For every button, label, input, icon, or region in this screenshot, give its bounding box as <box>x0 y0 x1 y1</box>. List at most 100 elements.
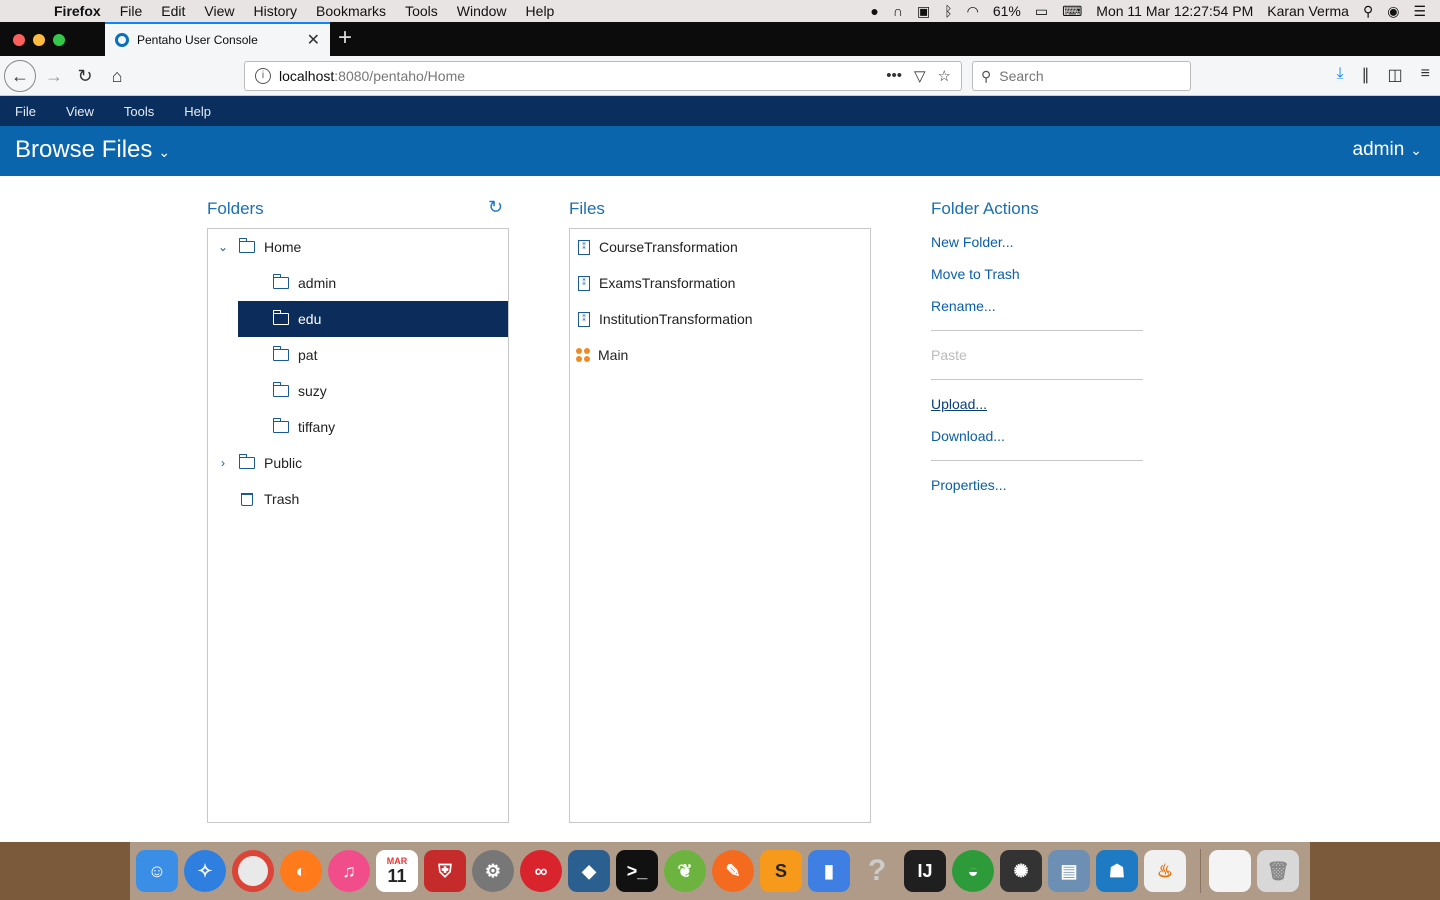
pentaho-menu-view[interactable]: View <box>66 104 94 119</box>
chevron-down-icon[interactable]: ⌄ <box>213 240 233 254</box>
pentaho-favicon-icon <box>115 33 129 47</box>
new-folder-link[interactable]: New Folder... <box>931 234 1013 250</box>
charts-app-icon[interactable]: ▮ <box>808 850 850 892</box>
rename-link[interactable]: Rename... <box>931 298 996 314</box>
menubar-history[interactable]: History <box>253 3 297 19</box>
tree-item-suzy[interactable]: suzy <box>238 373 508 409</box>
pocket-icon[interactable]: ▽ <box>914 67 926 85</box>
bookmark-star-icon[interactable]: ☆ <box>938 67 951 85</box>
site-info-icon[interactable]: i <box>255 68 271 84</box>
menubar-clock[interactable]: Mon 11 Mar 12:27:54 PM <box>1096 3 1253 19</box>
battery-percent[interactable]: 61% <box>993 3 1021 19</box>
new-tab-icon[interactable]: + <box>338 24 352 52</box>
pentaho-header: Browse Files ⌄ admin ⌄ <box>0 126 1440 176</box>
mysql-workbench-icon[interactable]: ◆ <box>568 850 610 892</box>
file-item-examstransformation[interactable]: ⁑ ExamsTransformation <box>578 265 735 301</box>
properties-link[interactable]: Properties... <box>931 477 1006 493</box>
menubar-view[interactable]: View <box>204 3 234 19</box>
pentaho-menu-help[interactable]: Help <box>184 104 211 119</box>
home-button[interactable]: ⌂ <box>105 64 129 88</box>
search-bar[interactable]: ⚲ <box>972 61 1191 91</box>
menubar-edit[interactable]: Edit <box>161 3 185 19</box>
menubar-tools[interactable]: Tools <box>405 3 438 19</box>
menubar-bookmarks[interactable]: Bookmarks <box>316 3 386 19</box>
shield-status-icon[interactable]: ▣ <box>917 3 930 20</box>
firefox-icon[interactable]: ◐ <box>280 850 322 892</box>
transformation-file-icon: ⁑ <box>578 275 590 291</box>
terminal-icon[interactable]: >_ <box>616 850 658 892</box>
tree-item-trash[interactable]: Trash <box>208 481 508 517</box>
file-item-coursetransformation[interactable]: ⁑ CourseTransformation <box>578 229 738 265</box>
kindle-icon[interactable]: ☗ <box>1096 850 1138 892</box>
menubar-app-name[interactable]: Firefox <box>54 3 101 19</box>
creative-cloud-icon[interactable]: ∞ <box>520 850 562 892</box>
spotlight-search-icon[interactable]: ⚲ <box>1363 3 1373 20</box>
transformation-file-icon: ⁑ <box>578 239 590 255</box>
wifi-icon[interactable]: ◠ <box>967 3 979 20</box>
download-link[interactable]: Download... <box>931 428 1005 444</box>
page-actions-icon[interactable]: ••• <box>886 67 902 85</box>
chrome-icon[interactable] <box>232 850 274 892</box>
back-button[interactable]: ← <box>4 60 36 92</box>
turtle-app-icon[interactable]: ◒ <box>952 850 994 892</box>
tree-item-edu[interactable]: edu <box>238 301 508 337</box>
upload-link[interactable]: Upload... <box>931 396 987 412</box>
calendar-icon[interactable]: MAR 11 <box>376 850 418 892</box>
refresh-icon[interactable]: ↻ <box>488 197 503 218</box>
close-window-button[interactable] <box>13 34 25 46</box>
preview-icon[interactable]: ▤ <box>1048 850 1090 892</box>
tree-item-public[interactable]: › Public <box>208 445 508 481</box>
documents-folder-icon[interactable] <box>1209 850 1251 892</box>
intellij-icon[interactable]: IJ <box>904 850 946 892</box>
tree-item-tiffany[interactable]: tiffany <box>238 409 508 445</box>
file-item-institutiontransformation[interactable]: ⁑ InstitutionTransformation <box>578 301 753 337</box>
sidebar-toggle-icon[interactable]: ◫ <box>1388 65 1403 85</box>
pentaho-menu-file[interactable]: File <box>15 104 36 119</box>
actions-divider <box>931 330 1143 331</box>
spring-icon[interactable]: ❦ <box>664 850 706 892</box>
user-menu[interactable]: admin ⌄ <box>1353 139 1422 161</box>
zoom-window-button[interactable] <box>53 34 65 46</box>
arch-icon[interactable]: ∩ <box>893 3 903 19</box>
menubar-user[interactable]: Karan Verma <box>1267 3 1349 19</box>
system-preferences-icon[interactable]: ⚙ <box>472 850 514 892</box>
trash-bin-icon[interactable]: 🗑 <box>1257 850 1299 892</box>
notification-center-icon[interactable]: ☰ <box>1413 3 1426 20</box>
downloads-icon[interactable]: ⤓ <box>1336 65 1343 85</box>
tree-item-home[interactable]: ⌄ Home <box>208 229 508 265</box>
app-status-icon[interactable]: ● <box>870 3 878 19</box>
finder-icon[interactable]: ☺ <box>136 850 178 892</box>
tree-item-admin[interactable]: admin <box>238 265 508 301</box>
itunes-icon[interactable]: ♫ <box>328 850 370 892</box>
move-to-trash-link[interactable]: Move to Trash <box>931 266 1020 282</box>
menubar-help[interactable]: Help <box>526 3 555 19</box>
aperture-app-icon[interactable]: ✺ <box>1000 850 1042 892</box>
pentaho-menu-tools[interactable]: Tools <box>124 104 154 119</box>
forward-button[interactable]: → <box>42 64 66 88</box>
close-tab-icon[interactable]: ✕ <box>307 30 320 50</box>
minimize-window-button[interactable] <box>33 34 45 46</box>
keyboard-icon[interactable]: ⌨ <box>1062 3 1082 20</box>
battery-icon[interactable]: ▭ <box>1035 3 1048 20</box>
paste-link[interactable]: Paste <box>931 347 967 363</box>
hamburger-menu-icon[interactable]: ≡ <box>1421 65 1430 85</box>
safari-icon[interactable]: ✧ <box>184 850 226 892</box>
shield-app-icon[interactable]: ⛨ <box>424 850 466 892</box>
siri-icon[interactable]: ◉ <box>1387 3 1399 20</box>
sublime-text-icon[interactable]: S <box>760 850 802 892</box>
reload-button[interactable]: ↻ <box>73 64 97 88</box>
menubar-file[interactable]: File <box>120 3 143 19</box>
url-bar[interactable]: i localhost :8080/pentaho/Home ••• ▽ ☆ <box>244 61 962 91</box>
perspective-switcher[interactable]: Browse Files ⌄ <box>15 136 170 164</box>
chevron-right-icon[interactable]: › <box>213 456 233 470</box>
menubar-window[interactable]: Window <box>457 3 507 19</box>
library-icon[interactable]: ∥ <box>1362 65 1370 85</box>
java-icon[interactable]: ♨ <box>1144 850 1186 892</box>
bluetooth-icon[interactable]: ᛒ <box>944 3 952 19</box>
tree-item-pat[interactable]: pat <box>238 337 508 373</box>
sketch-pen-icon[interactable]: ✎ <box>712 850 754 892</box>
search-input[interactable] <box>999 68 1170 84</box>
help-icon[interactable]: ? <box>856 850 898 892</box>
file-item-main[interactable]: Main <box>576 337 628 373</box>
tab-pentaho-user-console[interactable]: Pentaho User Console ✕ <box>105 22 330 56</box>
